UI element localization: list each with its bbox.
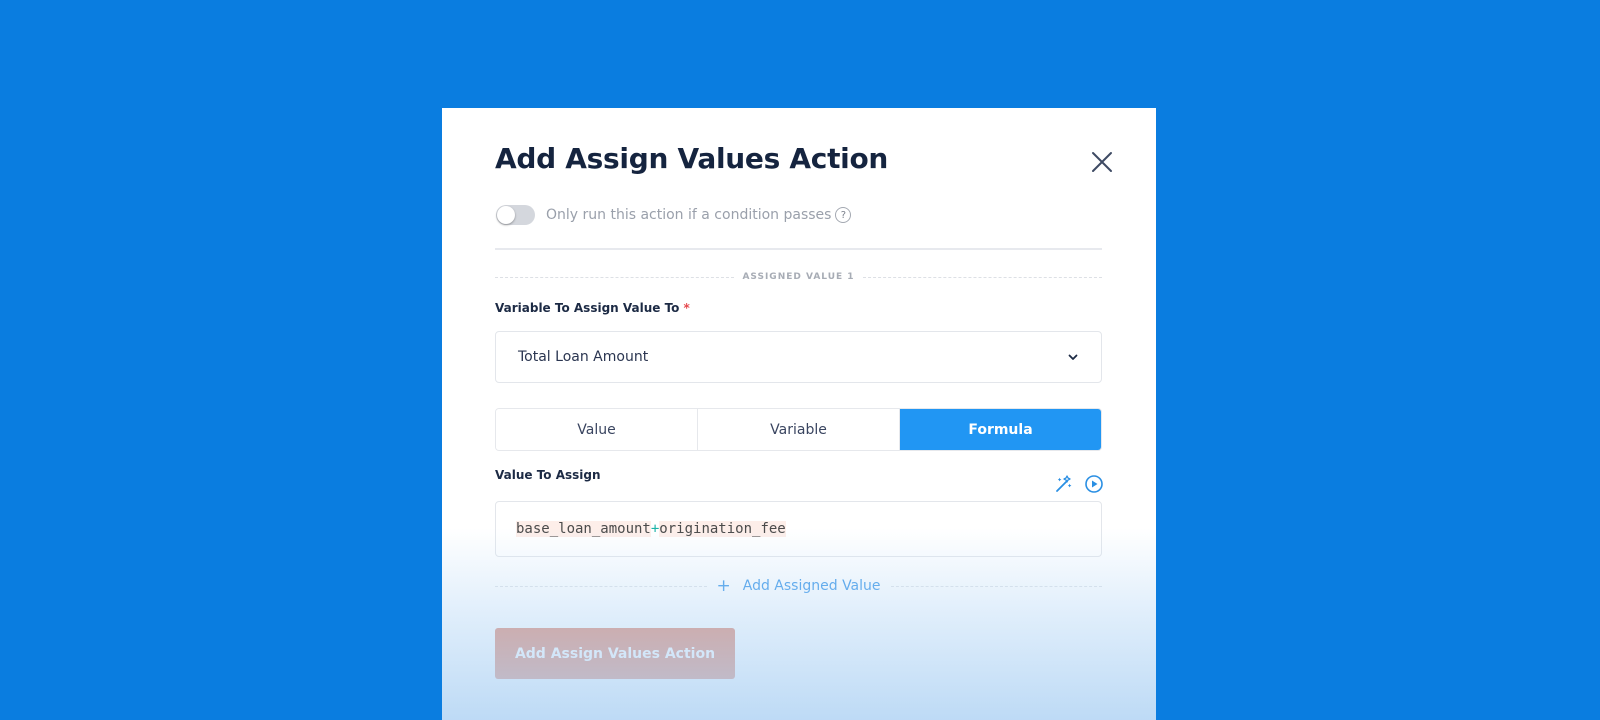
- assigned-value-separator: ASSIGNED VALUE 1: [495, 270, 1103, 284]
- close-button[interactable]: [1088, 148, 1116, 176]
- formula-input[interactable]: base_loan_amount+origination_fee: [495, 501, 1102, 557]
- header-divider: [495, 248, 1102, 250]
- add-assigned-value-label: Add Assigned Value: [742, 578, 881, 594]
- formula-expression: base_loan_amount+origination_fee: [516, 521, 786, 537]
- mode-formula[interactable]: Formula: [900, 409, 1101, 450]
- formula-variable-token: base_loan_amount: [516, 521, 651, 537]
- add-assigned-value-button[interactable]: + Add Assigned Value: [707, 576, 891, 596]
- mode-variable[interactable]: Variable: [698, 409, 900, 450]
- magic-wand-icon: [1056, 475, 1072, 492]
- toggle-knob: [497, 206, 515, 224]
- separator-line: [495, 276, 735, 278]
- add-value-separator: + Add Assigned Value: [495, 576, 1103, 596]
- separator-line: [495, 585, 707, 587]
- help-icon[interactable]: ?: [835, 207, 852, 223]
- formula-variable-token: origination_fee: [659, 521, 786, 537]
- assigned-value-heading: ASSIGNED VALUE 1: [742, 272, 855, 282]
- submit-button[interactable]: Add Assign Values Action: [495, 628, 735, 679]
- run-formula-button[interactable]: [1084, 474, 1104, 494]
- plus-icon: +: [716, 576, 731, 596]
- condition-label: Only run this action if a condition pass…: [546, 207, 832, 223]
- condition-toggle[interactable]: [496, 205, 535, 225]
- value-mode-selector: Value Variable Formula: [495, 408, 1102, 451]
- required-marker: *: [683, 301, 690, 315]
- variable-select-value: Total Loan Amount: [518, 349, 649, 365]
- magic-wand-button[interactable]: [1054, 474, 1074, 494]
- chevron-down-icon: [1068, 354, 1078, 360]
- formula-tools: [1054, 474, 1104, 494]
- condition-row: Only run this action if a condition pass…: [496, 204, 852, 226]
- close-icon: [1092, 152, 1112, 172]
- modal-title: Add Assign Values Action: [495, 142, 889, 175]
- variable-field-label: Variable To Assign Value To *: [495, 301, 690, 315]
- variable-select[interactable]: Total Loan Amount: [495, 331, 1102, 383]
- separator-line: [862, 276, 1103, 278]
- assign-values-modal: Add Assign Values Action Only run this a…: [442, 108, 1156, 720]
- mode-value[interactable]: Value: [496, 409, 698, 450]
- variable-label-text: Variable To Assign Value To: [495, 301, 680, 315]
- separator-line: [890, 585, 1103, 587]
- play-circle-icon: [1085, 475, 1103, 493]
- value-field-label: Value To Assign: [495, 468, 601, 482]
